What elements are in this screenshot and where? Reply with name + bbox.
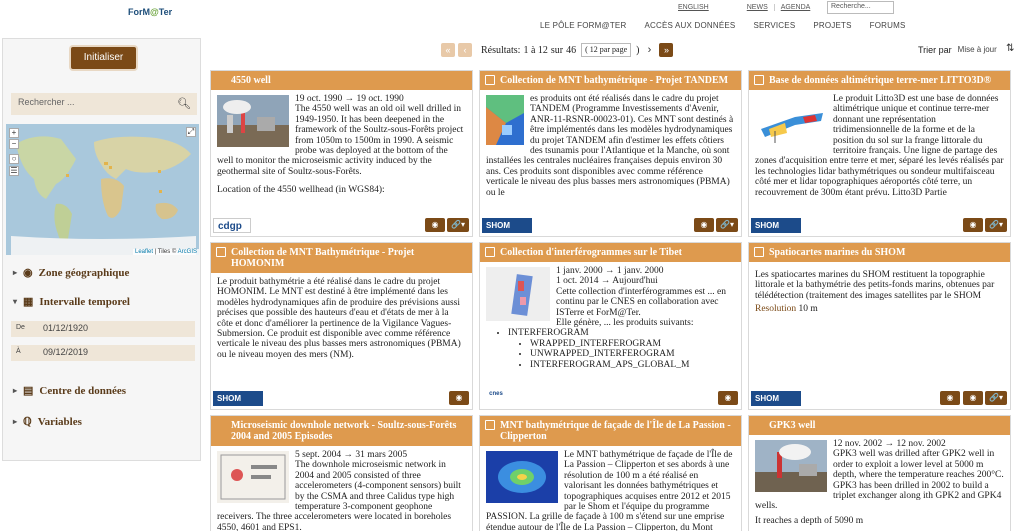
filter-sidebar: Initialiser Rechercher ... 🔍︎ + − ○ ☰ ⤢ … xyxy=(2,38,201,461)
top-search-input[interactable]: Recherche... xyxy=(827,1,894,14)
info-button[interactable]: ◉ xyxy=(940,391,960,405)
results-total: 46 xyxy=(566,44,577,56)
info-button[interactable]: ◉ xyxy=(718,391,738,405)
card-thumbnail[interactable] xyxy=(217,451,289,503)
result-card: 4550 well 19 oct. 1990 → 19 oct. 1990 Th… xyxy=(210,70,473,237)
card-title[interactable]: Collection de MNT Bathymétrique - Projet… xyxy=(211,243,472,273)
next-page-button[interactable]: › xyxy=(642,43,657,57)
card-title[interactable]: 4550 well xyxy=(211,71,472,90)
zoom-out-button[interactable]: − xyxy=(9,139,19,149)
caret-right-icon: ▸ xyxy=(13,386,18,395)
card-title[interactable]: MNT bathymétrique de façade de l'Île de … xyxy=(480,416,741,446)
sidebar-search-input[interactable]: Rechercher ... 🔍︎ xyxy=(11,93,197,115)
card-thumbnail[interactable] xyxy=(486,95,524,145)
pagination: « ‹ Résultats: 1 à 12 sur 46 ( 12 par pa… xyxy=(441,43,674,57)
top-links: ENGLISH NEWS AGENDA xyxy=(672,4,816,11)
collection-icon xyxy=(485,75,495,85)
fullscreen-icon[interactable]: ⤢ xyxy=(186,127,196,137)
caret-right-icon: ▸ xyxy=(13,417,18,426)
calendar-icon: ▦ xyxy=(23,296,34,308)
collection-icon xyxy=(754,247,764,257)
link-english[interactable]: ENGLISH xyxy=(672,4,715,11)
result-card: Collection de MNT Bathymétrique - Projet… xyxy=(210,242,473,410)
collection-icon xyxy=(754,75,764,85)
filter-variables[interactable]: ▸ ℚ Variables xyxy=(13,415,82,429)
result-card: Collection de MNT bathymétrique - Projet… xyxy=(479,70,742,237)
per-page-select[interactable]: ( 12 par page xyxy=(581,43,632,57)
card-title[interactable]: GPK3 well xyxy=(749,416,1010,435)
draw-circle-icon[interactable]: ○ xyxy=(9,154,19,164)
card-title[interactable]: Base de données altimétrique terre-mer L… xyxy=(749,71,1010,90)
nav-acces[interactable]: ACCÈS AUX DONNÉES xyxy=(644,21,735,30)
caret-down-icon: ▾ xyxy=(13,297,18,306)
card-thumbnail[interactable] xyxy=(217,95,289,147)
info-button[interactable]: ◉ xyxy=(963,218,983,232)
result-card: Collection d'interférogrammes sur le Tib… xyxy=(479,242,742,410)
link-menu-button[interactable]: 🔗▾ xyxy=(985,391,1007,405)
provider-logo[interactable]: SHOM xyxy=(482,218,532,233)
provider-logo[interactable]: SHOM xyxy=(751,391,801,406)
collection-icon xyxy=(485,420,495,430)
sort-direction-icon[interactable]: ⇅ xyxy=(1006,43,1014,54)
caret-right-icon: ▸ xyxy=(13,268,18,277)
result-card: MNT bathymétrique de façade de l'Île de … xyxy=(479,415,742,531)
provider-logo[interactable]: cdgp xyxy=(213,218,251,233)
card-thumbnail[interactable] xyxy=(755,440,827,492)
provider-logo[interactable]: cnes xyxy=(482,391,506,406)
map-attribution: Leaflet | Tiles © ArcGIS xyxy=(132,249,199,255)
info-button[interactable]: ◉ xyxy=(694,218,714,232)
nav-pole[interactable]: LE PÔLE FORM@TER xyxy=(540,21,626,30)
link-menu-button[interactable]: 🔗▾ xyxy=(716,218,738,232)
card-title[interactable]: Microseismic downhole network - Soultz-s… xyxy=(211,416,472,446)
result-card: Spatiocartes marines du SHOM Les spatioc… xyxy=(748,242,1011,410)
date-to-field[interactable]: À 09/12/2019 xyxy=(11,345,195,361)
prev-page-button[interactable]: ‹ xyxy=(458,43,472,57)
results-range: 1 à 12 xyxy=(523,44,548,56)
filter-intervalle[interactable]: ▾ ▦ Intervalle temporel xyxy=(13,295,130,309)
map-tiles xyxy=(11,136,196,255)
layers-icon[interactable]: ☰ xyxy=(9,166,19,176)
card-title[interactable]: Spatiocartes marines du SHOM xyxy=(749,243,1010,262)
first-page-button[interactable]: « xyxy=(441,43,455,57)
paperclip-icon: ℚ xyxy=(23,416,32,428)
card-thumbnail[interactable] xyxy=(755,95,827,147)
zoom-in-button[interactable]: + xyxy=(9,128,19,138)
info-button[interactable]: ◉ xyxy=(449,391,469,405)
card-title[interactable]: Collection de MNT bathymétrique - Projet… xyxy=(480,71,741,90)
main-nav: LE PÔLE FORM@TER ACCÈS AUX DONNÉES SERVI… xyxy=(540,21,906,30)
link-menu-button[interactable]: 🔗▾ xyxy=(447,218,469,232)
world-map[interactable]: + − ○ ☰ ⤢ Leaflet | Tiles © ArcGIS xyxy=(6,124,199,255)
filter-zone[interactable]: ▸ ◉ Zone géographique xyxy=(13,266,129,280)
nav-services[interactable]: SERVICES xyxy=(753,21,795,30)
info-button[interactable]: ◉ xyxy=(425,218,445,232)
card-thumbnail[interactable] xyxy=(486,267,550,321)
link-agenda[interactable]: AGENDA xyxy=(775,4,817,11)
database-icon: ▤ xyxy=(23,385,34,397)
collection-icon xyxy=(216,247,226,257)
nav-forums[interactable]: FORUMS xyxy=(870,21,906,30)
result-card: GPK3 well 12 nov. 2002 → 12 nov. 2002 GP… xyxy=(748,415,1011,531)
sort-select[interactable]: Mise à jour xyxy=(958,45,997,55)
result-card: Microseismic downhole network - Soultz-s… xyxy=(210,415,473,531)
date-from-field[interactable]: De 01/12/1920 xyxy=(11,321,195,337)
globe-button[interactable]: ◉ xyxy=(963,391,983,405)
link-news[interactable]: NEWS xyxy=(741,4,775,11)
card-title[interactable]: Collection d'interférogrammes sur le Tib… xyxy=(480,243,741,262)
filter-centre[interactable]: ▸ ▤ Centre de données xyxy=(13,384,126,398)
link-menu-button[interactable]: 🔗▾ xyxy=(985,218,1007,232)
sort-control: Trier par Mise à jour xyxy=(918,45,997,55)
globe-icon: ◉ xyxy=(23,267,33,279)
init-button[interactable]: Initialiser xyxy=(71,47,136,69)
card-thumbnail[interactable] xyxy=(486,451,558,503)
search-icon[interactable]: 🔍︎ xyxy=(177,97,191,110)
result-card: Base de données altimétrique terre-mer L… xyxy=(748,70,1011,237)
last-page-button[interactable]: » xyxy=(659,43,674,57)
nav-projets[interactable]: PROJETS xyxy=(813,21,851,30)
provider-logo[interactable]: SHOM xyxy=(213,391,263,406)
formater-logo[interactable]: ForM@Ter xyxy=(128,7,172,17)
provider-logo[interactable]: SHOM xyxy=(751,218,801,233)
collection-icon xyxy=(485,247,495,257)
